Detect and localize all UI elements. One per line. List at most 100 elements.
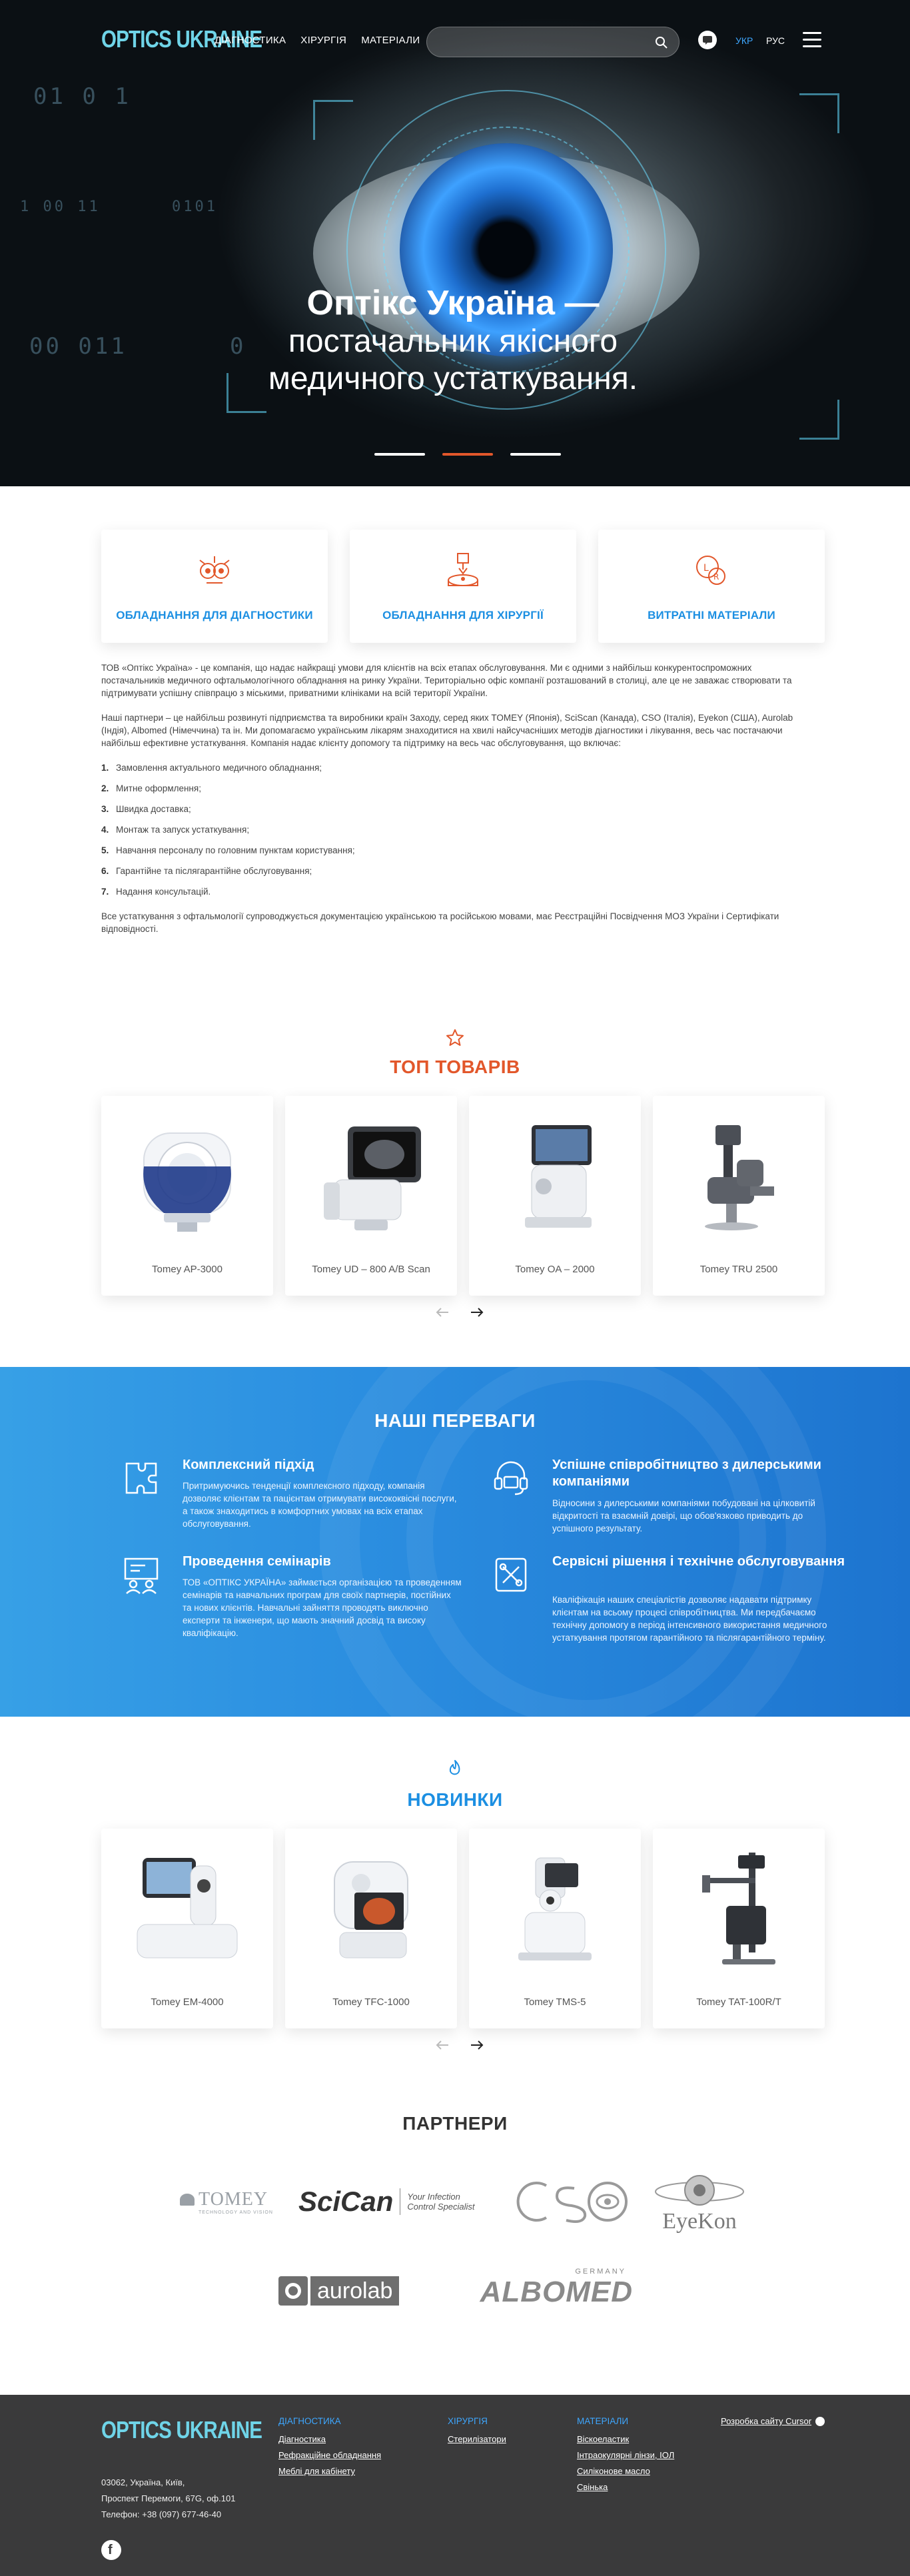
hero-digits: 00 011 [29,333,127,360]
cursor-icon [815,2416,825,2426]
partner-logo-tomey[interactable]: TOMEY TECHNOLOGY AND VISION [180,2182,280,2222]
advantages-title: НАШІ ПЕРЕВАГИ [374,1410,536,1431]
slider-dot[interactable] [374,453,425,456]
search-input[interactable] [440,35,640,50]
list-item: 2. Митне оформлення; [101,783,201,793]
category-card-surgery[interactable]: ОБЛАДНАННЯ ДЛЯ ХІРУРГІЇ [350,530,576,643]
product-name: Tomey TRU 2500 [699,1264,778,1275]
advantage-text: ТОВ «ОПТІКС УКРАЇНА» займається організа… [183,1577,462,1638]
flame-icon [449,1760,460,1775]
product-card[interactable]: Tomey AP-3000 [101,1096,273,1296]
footer-col-title: МАТЕРІАЛИ [577,2416,629,2426]
hero-digits: 0101 [172,199,218,215]
about-paragraph: Наші партнери – це найбільш розвинуті пі… [101,713,793,748]
product-card[interactable]: Tomey TRU 2500 [653,1096,825,1296]
footer-link[interactable]: Меблі для кабінету [278,2463,381,2479]
product-image [525,1125,592,1228]
about-paragraph: ТОВ «Оптікс Україна» - це компанія, що н… [101,663,792,698]
category-cards: ОБЛАДНАННЯ ДЛЯ ДІАГНОСТИКИ ОБЛАДНАННЯ ДЛ… [101,530,825,643]
advantage-text: Притримуючись тенденції комплексного під… [183,1481,457,1529]
footer-link[interactable]: Віскоеластик [577,2431,674,2447]
list-item: 1. Замовлення актуального медичного облад… [101,763,322,773]
page: 01 0 1 1 00 11 0101 00 011 0 OPTICS UKRA… [0,0,910,2576]
svg-text:L: L [703,563,709,574]
footer-link[interactable]: Силіконове масло [577,2463,674,2479]
new-products-title: НОВИНКИ [407,1789,503,1810]
partner-logo-cso[interactable] [508,2176,634,2227]
category-label: ОБЛАДНАННЯ ДЛЯ ХІРУРГІЇ [382,609,544,622]
footer-link[interactable]: Свінька [577,2479,674,2495]
product-image [702,1853,775,1964]
top-products-title: ТОП ТОВАРІВ [390,1057,520,1077]
partner-logo-albomed[interactable]: GERMANY ALBOMED [466,2262,633,2315]
product-card[interactable]: Tomey UD – 800 A/B Scan [285,1096,457,1296]
footer-link[interactable]: Діагностика [278,2431,381,2447]
partner-logo-scican[interactable]: SciCan Your Infection Control Specialist [298,2182,498,2222]
footer-col-title: ДІАГНОСТИКА [278,2416,341,2426]
product-card[interactable]: Tomey TMS-5 [469,1829,641,2028]
product-name: Tomey TAT-100R/T [696,1996,781,2008]
category-card-diagnostics[interactable]: ОБЛАДНАННЯ ДЛЯ ДІАГНОСТИКИ [101,530,328,643]
footer-link[interactable]: Рефракційне обладнання [278,2447,381,2463]
list-item: 7. Надання консультацій. [101,887,211,897]
slider-dot[interactable] [510,453,561,456]
product-card[interactable]: Tomey TFC-1000 [285,1829,457,2028]
nav-materials[interactable]: МАТЕРІАЛИ [361,35,420,46]
footer-logo[interactable]: OPTICS UKRAINE [101,2416,262,2444]
main-nav: ДІАГНОСТИКА ХІРУРГІЯ МАТЕРІАЛИ [215,35,420,46]
svg-text:R: R [713,572,719,582]
search-icon[interactable] [655,36,668,49]
support-icon [494,1461,528,1496]
footer-link[interactable]: Інтраокулярні лінзи, ІОЛ [577,2447,674,2463]
advantage-title: Успішне співробітництво з дилерськими ко… [552,1458,821,1489]
search-bar [426,27,680,57]
about-text: ТОВ «Оптікс Україна» - це компанія, що н… [101,661,802,947]
product-image [324,1126,421,1230]
diagnostics-icon [199,556,230,584]
arrow-right-icon[interactable] [470,1307,484,1318]
arrow-right-icon[interactable] [470,2040,484,2050]
list-item: 5. Навчання персоналу по головним пунктам… [101,845,355,855]
product-image [143,1132,231,1232]
nav-surgery[interactable]: ХІРУРГІЯ [300,35,346,46]
advantage-text: Кваліфікація наших спеціалістів дозволяє… [552,1595,827,1643]
partners-title: ПАРТНЕРИ [402,2113,508,2134]
product-image [705,1125,774,1230]
facebook-icon[interactable]: f [101,2540,121,2560]
top-products-list: Tomey AP-3000 Tomey UD – 800 A/B Scan To… [101,1096,825,1296]
footer-col-diagnostics: ДІАГНОСТИКА Діагностика Рефракційне обла… [278,2416,381,2479]
arrow-left-icon[interactable] [435,1307,450,1318]
about-paragraph: Все устаткування з офтальмології супрово… [101,911,779,934]
arrow-left-icon[interactable] [435,2040,450,2050]
partner-logo-aurolab[interactable]: aurolab [278,2273,433,2309]
product-card[interactable]: Tomey EM-4000 [101,1829,273,2028]
footer-col-materials: МАТЕРІАЛИ Віскоеластик Інтраокулярні лін… [577,2416,674,2495]
partner-logo-eyekon[interactable]: EyeKon [650,2170,749,2236]
category-label: ОБЛАДНАННЯ ДЛЯ ДІАГНОСТИКИ [116,609,313,622]
footer-col-title: ХІРУРГІЯ [448,2416,488,2426]
product-card[interactable]: Tomey OA – 2000 [469,1096,641,1296]
lang-rus[interactable]: РУС [766,35,785,46]
product-name: Tomey AP-3000 [152,1264,223,1275]
lang-ukr[interactable]: УКР [735,35,753,46]
footer-address: 03062, Україна, Київ, Проспект Перемоги,… [101,2475,235,2523]
nav-diagnostics[interactable]: ДІАГНОСТИКА [215,35,286,46]
slider-dot-active[interactable] [442,453,493,456]
viber-icon[interactable] [698,31,717,49]
hero-digits: 1 00 11 [20,199,101,215]
partners-logos: TOMEY TECHNOLOGY AND VISION SciCan Your … [0,2162,910,2335]
product-card[interactable]: Tomey TAT-100R/T [653,1829,825,2028]
cso-logo-graphic [516,2182,628,2223]
product-image [518,1857,592,1960]
eyekon-logo-graphic [655,2175,744,2206]
category-card-materials[interactable]: L R ВИТРАТНІ МАТЕРІАЛИ [598,530,825,643]
services-list: 1. Замовлення актуального медичного облад… [101,761,802,898]
product-name: Tomey EM-4000 [151,1996,224,2008]
menu-icon[interactable] [803,32,821,48]
new-products-arrows [435,2040,484,2050]
product-image [334,1861,408,1958]
site-footer: OPTICS UKRAINE ДІАГНОСТИКА Діагностика Р… [0,2395,910,2576]
top-products-arrows [435,1307,484,1318]
developer-link[interactable]: Розробка сайту Cursor [721,2416,825,2427]
footer-link[interactable]: Стерилізатори [448,2431,506,2447]
